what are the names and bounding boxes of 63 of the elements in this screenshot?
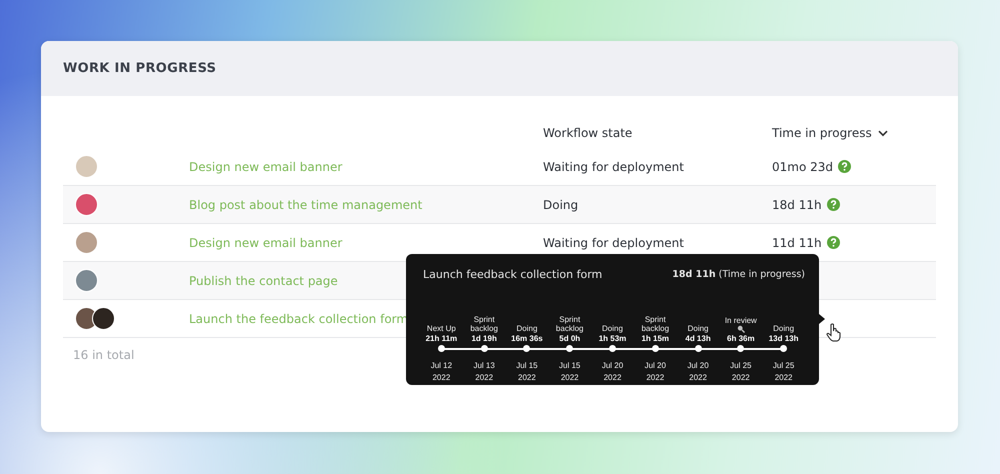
help-icon[interactable] bbox=[826, 236, 840, 249]
task-link[interactable]: Design new email banner bbox=[189, 236, 342, 250]
card-title: WORK IN PROGRESS bbox=[63, 61, 216, 76]
step-date: Jul 25 bbox=[730, 360, 752, 372]
avatar bbox=[75, 193, 98, 216]
step-year: 2022 bbox=[774, 372, 792, 384]
step-state: Doing bbox=[515, 324, 538, 333]
sort-column-header[interactable]: Time in progress bbox=[772, 126, 936, 140]
table-cell: Waiting for deployment bbox=[543, 160, 684, 174]
avatar bbox=[75, 269, 98, 292]
step-state: Sprint backlog bbox=[469, 314, 499, 333]
step-year: 2022 bbox=[604, 372, 622, 384]
hand-cursor-icon bbox=[826, 323, 842, 342]
step-date: Jul 20 bbox=[644, 360, 666, 372]
step-state: In review bbox=[724, 316, 758, 325]
total-count: 16 in total bbox=[72, 347, 134, 362]
help-icon[interactable] bbox=[826, 198, 840, 211]
step-duration: 6h 36m bbox=[727, 334, 755, 343]
table-cell: 01mo 23d bbox=[772, 160, 834, 174]
step-date: Jul 13 bbox=[473, 360, 495, 372]
step-state: Next Up bbox=[426, 324, 457, 333]
step-duration: 1d 19h bbox=[471, 334, 497, 343]
help-icon[interactable] bbox=[838, 160, 852, 173]
step-date: Jul 25 bbox=[772, 360, 794, 372]
step-date: Jul 20 bbox=[687, 360, 709, 372]
step-year: 2022 bbox=[646, 372, 664, 384]
step-state: Doing bbox=[772, 324, 796, 333]
step-duration: 13d 13h bbox=[768, 334, 798, 343]
step-date: Jul 20 bbox=[602, 360, 624, 372]
step-duration: 16m 36s bbox=[511, 334, 543, 343]
step-year: 2022 bbox=[689, 372, 707, 384]
step-duration: 1h 15m bbox=[641, 334, 670, 343]
step-date: Jul 15 bbox=[516, 360, 538, 372]
tooltip-total: 18d 11h (Time in progress) bbox=[672, 269, 805, 280]
step-year: 2022 bbox=[732, 372, 750, 384]
table-cell: 11d 11h bbox=[772, 236, 822, 250]
step-duration: 5d 0h bbox=[559, 334, 580, 343]
step-state: Doing bbox=[601, 324, 624, 333]
step-year: 2022 bbox=[475, 372, 494, 384]
table-cell: Waiting for deployment bbox=[543, 236, 684, 250]
step-state: Doing bbox=[686, 324, 710, 333]
avatar bbox=[75, 231, 98, 254]
step-date: Jul 12 bbox=[430, 360, 452, 372]
step-year: 2022 bbox=[560, 372, 579, 384]
step-state: Sprint backlog bbox=[640, 314, 670, 333]
tooltip-title: Launch feedback collection form bbox=[423, 268, 602, 281]
column-header[interactable]: Workflow state bbox=[543, 126, 772, 140]
step-duration: 1h 53m bbox=[598, 334, 626, 343]
chevron-down-icon bbox=[878, 130, 888, 136]
step-date: Jul 15 bbox=[559, 360, 580, 372]
step-year: 2022 bbox=[518, 372, 536, 384]
step-duration: 21h 11m bbox=[426, 334, 458, 343]
step-state: Sprint backlog bbox=[554, 314, 584, 333]
table-cell: 18d 11h bbox=[772, 198, 822, 212]
step-duration: 4d 13h bbox=[685, 334, 711, 343]
step-year: 2022 bbox=[432, 372, 450, 384]
task-link[interactable]: Design new email banner bbox=[189, 160, 342, 174]
avatar bbox=[75, 155, 98, 178]
task-link[interactable]: Blog post about the time management bbox=[189, 198, 422, 212]
avatar bbox=[92, 307, 115, 330]
table-cell: Doing bbox=[543, 198, 578, 212]
search-icon bbox=[736, 325, 745, 333]
task-link[interactable]: Publish the contact page bbox=[189, 274, 338, 288]
